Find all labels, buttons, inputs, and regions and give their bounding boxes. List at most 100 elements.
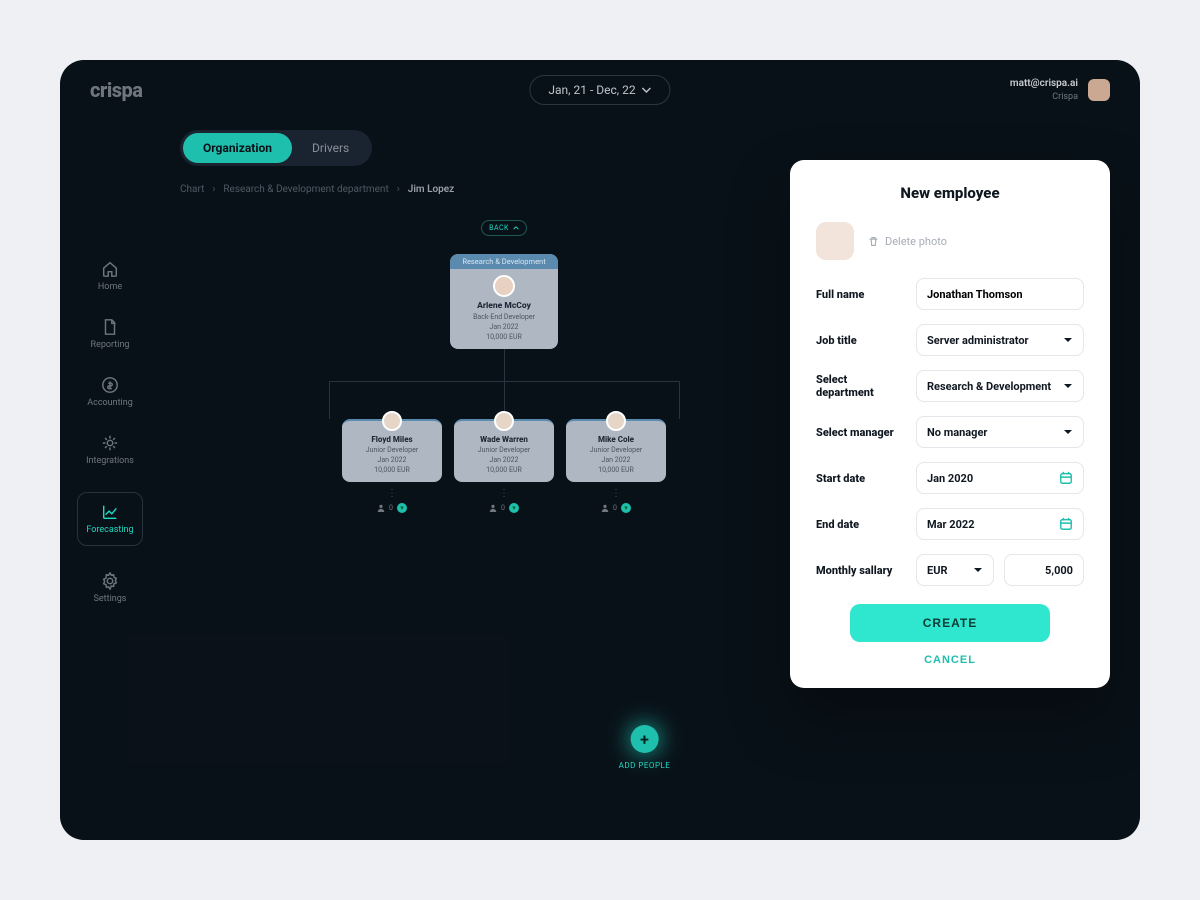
full-name-input[interactable] [916, 278, 1084, 310]
avatar [606, 411, 626, 431]
sidebar-item-home[interactable]: Home [98, 260, 122, 292]
calendar-icon [1059, 471, 1073, 485]
expand-icon: ▾ [397, 503, 407, 513]
user-menu[interactable]: matt@crispa.ai Crispa [1010, 77, 1110, 104]
salary-amount-value: 5,000 [1045, 564, 1073, 577]
chevron-down-icon [642, 85, 652, 95]
sidebar-item-accounting[interactable]: Accounting [87, 376, 133, 408]
sidebar-item-settings[interactable]: Settings [94, 572, 127, 604]
back-label: BACK [489, 224, 509, 232]
org-node-name: Wade Warren [460, 435, 548, 444]
sidebar-item-label: Forecasting [86, 525, 133, 535]
tab-bar: Organization Drivers [180, 130, 372, 166]
breadcrumb-department[interactable]: Research & Development department [223, 184, 388, 195]
back-button[interactable]: BACK [481, 220, 527, 236]
add-people: + ADD PEOPLE [619, 725, 671, 770]
job-title-select[interactable]: Server administrator [916, 324, 1084, 356]
chevron-down-icon [1063, 335, 1073, 345]
org-node-salary: 10,000 EUR [572, 466, 660, 474]
create-button[interactable]: CREATE [850, 604, 1050, 642]
currency-select[interactable]: EUR [916, 554, 994, 586]
manager-select[interactable]: No manager [916, 416, 1084, 448]
report-count-badge[interactable]: 0 ▾ [454, 503, 554, 513]
currency-value: EUR [927, 564, 948, 577]
org-node-dept: Research & Development [450, 254, 558, 269]
org-node-role: Junior Developer [348, 446, 436, 454]
add-people-button[interactable]: + [630, 725, 658, 753]
org-node-parent[interactable]: Research & Development Arlene McCoy Back… [450, 254, 558, 349]
label-jobtitle: Job title [816, 334, 857, 347]
full-name-field[interactable] [927, 288, 1073, 301]
org-node-child[interactable]: Mike Cole Junior Developer Jan 2022 10,0… [566, 419, 666, 513]
org-connector [244, 349, 764, 419]
add-people-label: ADD PEOPLE [619, 761, 671, 770]
breadcrumb-current: Jim Lopez [408, 184, 454, 195]
org-node-role: Junior Developer [460, 446, 548, 454]
chevron-down-icon [973, 565, 983, 575]
label-fullname: Full name [816, 288, 864, 301]
more-icon[interactable]: ⋮ [566, 488, 666, 499]
org-node-salary: 10,000 EUR [460, 466, 548, 474]
sidebar-item-integrations[interactable]: Integrations [86, 434, 134, 466]
report-count-badge[interactable]: 0 ▾ [342, 503, 442, 513]
date-range-label: Jan, 21 - Dec, 22 [548, 83, 635, 97]
cancel-button[interactable]: CANCEL [924, 654, 976, 666]
chevron-right-icon: › [212, 184, 215, 195]
org-node-date: Jan 2022 [348, 456, 436, 464]
calendar-icon [1059, 517, 1073, 531]
sidebar: Home Reporting Accounting Integrations F… [60, 260, 160, 604]
org-node-name: Arlene McCoy [456, 301, 552, 311]
department-select[interactable]: Research & Development [916, 370, 1084, 402]
org-node-salary: 10,000 EUR [456, 333, 552, 341]
trash-icon [868, 236, 879, 247]
sidebar-item-label: Settings [94, 594, 127, 604]
chart-line-icon [101, 503, 119, 521]
settings-icon [101, 572, 119, 590]
report-count-badge[interactable]: 0 ▾ [566, 503, 666, 513]
more-icon[interactable]: ⋮ [454, 488, 554, 499]
department-value: Research & Development [927, 380, 1051, 393]
org-node-child[interactable]: Floyd Miles Junior Developer Jan 2022 10… [342, 419, 442, 513]
sidebar-item-label: Home [98, 282, 122, 292]
delete-photo-button[interactable]: Delete photo [868, 235, 947, 248]
start-date-input[interactable]: Jan 2020 [916, 462, 1084, 494]
more-icon[interactable]: ⋮ [342, 488, 442, 499]
avatar [493, 275, 515, 297]
org-node-role: Back-End Developer [456, 313, 552, 321]
salary-amount-input[interactable]: 5,000 [1004, 554, 1084, 586]
chevron-up-icon [513, 225, 519, 231]
expand-icon: ▾ [621, 503, 631, 513]
expand-icon: ▾ [509, 503, 519, 513]
org-node-date: Jan 2022 [456, 323, 552, 331]
label-enddate: End date [816, 518, 859, 531]
chevron-down-icon [1063, 381, 1073, 391]
home-icon [101, 260, 119, 278]
user-email: matt@crispa.ai [1010, 77, 1078, 91]
end-date-input[interactable]: Mar 2022 [916, 508, 1084, 540]
sidebar-item-forecasting[interactable]: Forecasting [77, 492, 142, 546]
chevron-right-icon: › [397, 184, 400, 195]
modal-title: New employee [816, 184, 1084, 202]
brand-logo: crispa [90, 78, 142, 102]
gear-icon [101, 434, 119, 452]
avatar [382, 411, 402, 431]
org-node-child[interactable]: Wade Warren Junior Developer Jan 2022 10… [454, 419, 554, 513]
employee-avatar[interactable] [816, 222, 854, 260]
org-node-role: Junior Developer [572, 446, 660, 454]
sidebar-item-label: Accounting [87, 398, 133, 408]
org-node-name: Mike Cole [572, 435, 660, 444]
manager-value: No manager [927, 426, 987, 439]
label-salary: Monthly sallary [816, 564, 892, 577]
person-icon [489, 504, 497, 512]
person-icon [377, 504, 385, 512]
job-title-value: Server administrator [927, 334, 1029, 347]
delete-photo-label: Delete photo [885, 235, 947, 248]
tab-drivers[interactable]: Drivers [292, 133, 369, 163]
tab-organization[interactable]: Organization [183, 133, 292, 163]
new-employee-modal: New employee Delete photo Full name Job … [790, 160, 1110, 688]
breadcrumb-chart[interactable]: Chart [180, 184, 204, 195]
org-chart: BACK Research & Development Arlene McCoy… [244, 220, 764, 513]
sidebar-item-reporting[interactable]: Reporting [91, 318, 130, 350]
date-range-picker[interactable]: Jan, 21 - Dec, 22 [529, 75, 670, 105]
org-node-salary: 10,000 EUR [348, 466, 436, 474]
